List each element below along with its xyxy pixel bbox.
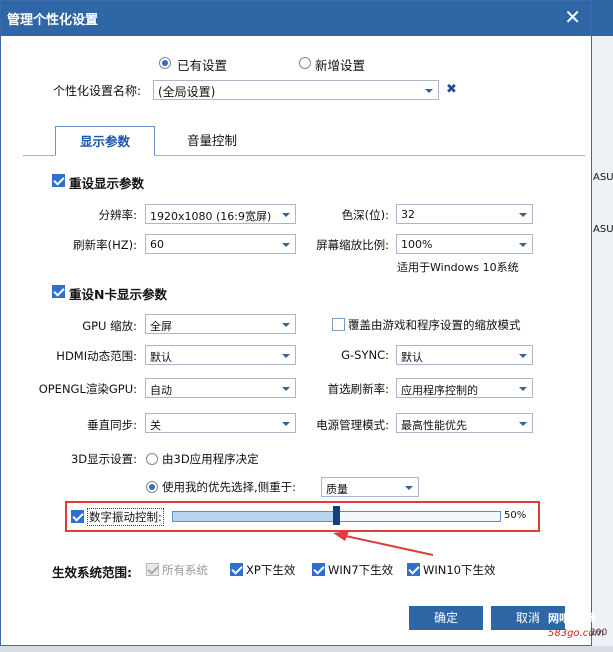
power-select[interactable]: 最高性能优先 bbox=[396, 413, 533, 433]
gpu-scaling-select[interactable]: 全屏 bbox=[145, 314, 296, 334]
refresh-value: 60 bbox=[150, 238, 164, 251]
opengl-select[interactable]: 自动 bbox=[145, 378, 296, 398]
scope-all-checkbox bbox=[146, 563, 159, 576]
hdmi-value: 默认 bbox=[150, 351, 172, 364]
scope-xp-label: XP下生效 bbox=[246, 563, 296, 577]
watermark: 网吧·三景 583go.com 200 bbox=[514, 606, 613, 650]
three-d-label: 3D显示设置: bbox=[70, 452, 137, 466]
color-depth-label: 色深(位): bbox=[341, 208, 389, 222]
scope-label: 生效系统范围: bbox=[52, 565, 132, 580]
radio-3d-pref-label: 使用我的优先选择,侧重于: bbox=[162, 480, 297, 494]
radio-existing-label: 已有设置 bbox=[177, 58, 228, 73]
scaling-label: 屏幕缩放比例: bbox=[316, 238, 389, 252]
resolution-label: 分辨率: bbox=[98, 208, 137, 222]
chevron-down-icon bbox=[519, 422, 527, 426]
close-icon[interactable]: ✕ bbox=[564, 5, 581, 29]
profile-name-value: (全局设置) bbox=[158, 85, 216, 99]
delete-profile-icon[interactable]: ✖ bbox=[446, 82, 457, 97]
tab-volume[interactable]: 音量控制 bbox=[167, 126, 257, 156]
color-depth-select[interactable]: 32 bbox=[396, 204, 533, 224]
background-side-text: ASUS bbox=[593, 172, 613, 183]
gpu-scaling-value: 全屏 bbox=[150, 320, 172, 333]
background-side-text: ASUS bbox=[593, 224, 613, 235]
watermark-num: 200 bbox=[590, 628, 608, 638]
override-scaling-label: 覆盖由游戏和程序设置的缩放模式 bbox=[348, 318, 521, 332]
scope-xp-checkbox[interactable] bbox=[230, 563, 243, 576]
vibrance-slider-fill bbox=[173, 512, 336, 521]
radio-new-label: 新增设置 bbox=[315, 58, 366, 73]
three-d-pref-select[interactable]: 质量 bbox=[321, 477, 419, 497]
resolution-value: 1920x1080 (16:9宽屏) bbox=[150, 210, 272, 223]
vibrance-label: 数字振动控制: bbox=[87, 508, 164, 526]
radio-3d-app-label: 由3D应用程序决定 bbox=[162, 452, 259, 466]
chevron-down-icon bbox=[282, 243, 290, 247]
vibrance-slider-thumb[interactable] bbox=[333, 506, 340, 525]
chevron-down-icon bbox=[519, 387, 527, 391]
display-reset-checkbox[interactable] bbox=[52, 174, 65, 187]
pref-refresh-select[interactable]: 应用程序控制的 bbox=[396, 378, 533, 398]
scaling-value: 100% bbox=[401, 238, 433, 251]
color-depth-value: 32 bbox=[401, 208, 415, 221]
dialog-title: 管理个性化设置 bbox=[7, 13, 99, 28]
radio-existing[interactable] bbox=[159, 57, 171, 69]
watermark-site: 网吧·三景 bbox=[548, 612, 597, 625]
radio-3d-pref[interactable] bbox=[146, 481, 158, 493]
gsync-value: 默认 bbox=[401, 351, 423, 364]
hdmi-select[interactable]: 默认 bbox=[145, 345, 296, 365]
display-section-label: 重设显示参数 bbox=[69, 176, 145, 191]
chevron-down-icon bbox=[519, 213, 527, 217]
gpu-reset-checkbox[interactable] bbox=[52, 285, 65, 298]
profile-name-select[interactable]: (全局设置) bbox=[153, 80, 439, 100]
vsync-label: 垂直同步: bbox=[87, 418, 137, 432]
gpu-section-label: 重设N卡显示参数 bbox=[69, 287, 167, 302]
pref-refresh-label: 首选刷新率: bbox=[327, 382, 389, 396]
refresh-select[interactable]: 60 bbox=[145, 234, 296, 254]
chevron-down-icon bbox=[519, 243, 527, 247]
radio-3d-app[interactable] bbox=[146, 453, 158, 465]
override-scaling-checkbox[interactable] bbox=[332, 318, 345, 331]
scope-win7-checkbox[interactable] bbox=[312, 563, 325, 576]
background-panel-right bbox=[592, 36, 613, 646]
chevron-down-icon bbox=[282, 213, 290, 217]
vibrance-value: 50% bbox=[504, 510, 527, 521]
refresh-label: 刷新率(HZ): bbox=[73, 238, 137, 252]
power-value: 最高性能优先 bbox=[401, 419, 467, 432]
chevron-down-icon bbox=[282, 323, 290, 327]
pref-refresh-value: 应用程序控制的 bbox=[401, 384, 478, 397]
scope-win10-label: WIN10下生效 bbox=[423, 563, 496, 577]
annotation-arrow bbox=[333, 531, 434, 556]
resolution-select[interactable]: 1920x1080 (16:9宽屏) bbox=[145, 204, 296, 224]
chevron-down-icon bbox=[425, 89, 433, 93]
power-label: 电源管理模式: bbox=[316, 418, 389, 432]
profile-name-label: 个性化设置名称: bbox=[53, 84, 142, 98]
three-d-pref-value: 质量 bbox=[326, 483, 348, 496]
dialog-titlebar: 管理个性化设置 ✕ bbox=[1, 1, 591, 36]
opengl-label: OPENGL渲染GPU: bbox=[38, 382, 137, 396]
gpu-scaling-label: GPU 缩放: bbox=[82, 319, 137, 333]
tab-display[interactable]: 显示参数 bbox=[55, 126, 155, 156]
gsync-label: G-SYNC: bbox=[341, 348, 389, 362]
opengl-value: 自动 bbox=[150, 384, 172, 397]
radio-new[interactable] bbox=[299, 57, 311, 69]
vsync-value: 关 bbox=[150, 419, 161, 432]
scaling-select[interactable]: 100% bbox=[396, 234, 533, 254]
chevron-down-icon bbox=[519, 354, 527, 358]
tab-volume-label: 音量控制 bbox=[186, 133, 237, 148]
vibrance-checkbox[interactable] bbox=[71, 510, 84, 523]
vsync-select[interactable]: 关 bbox=[145, 413, 296, 433]
scope-all-label: 所有系统 bbox=[162, 563, 208, 577]
personalization-dialog: 管理个性化设置 ✕ 已有设置 新增设置 个性化设置名称: (全局设置) ✖ 显示… bbox=[0, 0, 592, 646]
chevron-down-icon bbox=[282, 387, 290, 391]
scope-win10-checkbox[interactable] bbox=[407, 563, 420, 576]
gsync-select[interactable]: 默认 bbox=[396, 345, 533, 365]
chevron-down-icon bbox=[282, 422, 290, 426]
hdmi-label: HDMI动态范围: bbox=[56, 349, 137, 363]
chevron-down-icon bbox=[405, 486, 413, 490]
scope-win7-label: WIN7下生效 bbox=[328, 563, 394, 577]
tab-display-label: 显示参数 bbox=[79, 134, 130, 149]
ok-button[interactable]: 确定 bbox=[409, 606, 483, 630]
chevron-down-icon bbox=[282, 354, 290, 358]
scaling-note: 适用于Windows 10系统 bbox=[397, 261, 519, 274]
